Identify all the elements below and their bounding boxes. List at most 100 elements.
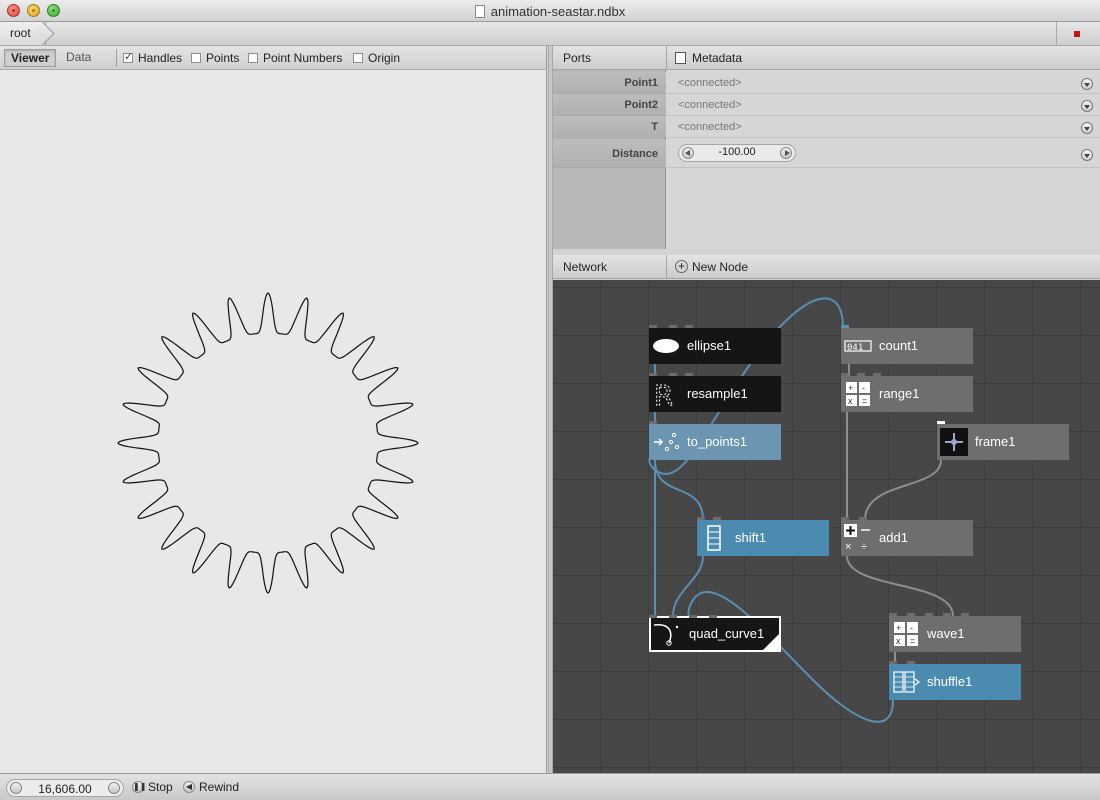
input-port[interactable] — [669, 615, 677, 618]
shuffle-icon — [893, 671, 920, 693]
input-port[interactable] — [649, 421, 657, 424]
playback-bar: 16,606.00 ❚❚ Stop ◀ Rewind — [0, 773, 1100, 800]
node-resample1[interactable]: R resample1 — [649, 373, 781, 412]
header-divider — [666, 46, 667, 70]
node-frame1[interactable]: frame1 — [937, 421, 1069, 460]
rewind-button[interactable]: ◀ Rewind — [183, 780, 239, 796]
node-label: count1 — [879, 338, 919, 353]
svg-text:=: = — [910, 636, 915, 646]
port-value: <connected> — [678, 99, 742, 111]
frame-icon — [940, 428, 968, 456]
header-divider — [666, 255, 667, 279]
node-count1[interactable]: 041 count1 — [841, 325, 973, 364]
distance-stepper[interactable]: -100.00 — [678, 144, 796, 162]
node-to-points1[interactable]: to_points1 — [649, 421, 781, 460]
input-port[interactable] — [669, 373, 677, 376]
port-label: Distance — [553, 140, 666, 168]
input-port[interactable] — [943, 613, 951, 616]
input-port[interactable] — [689, 615, 697, 618]
input-port[interactable] — [873, 373, 881, 376]
input-port[interactable] — [889, 613, 897, 616]
port-label: Point2 — [553, 94, 666, 116]
math-icon: + - x = — [894, 622, 918, 646]
port-menu-button[interactable] — [1081, 100, 1093, 112]
increment-arrow-icon[interactable] — [780, 147, 792, 159]
node-shift1[interactable]: shift1 — [697, 517, 829, 556]
render-stop-button[interactable] — [1056, 22, 1100, 45]
to-points-icon — [654, 432, 680, 452]
input-port[interactable] — [649, 615, 657, 618]
input-port[interactable] — [685, 325, 693, 328]
window-title: animation-seastar.ndbx — [0, 4, 1100, 19]
connection-frame-add — [864, 459, 942, 521]
input-port[interactable] — [713, 517, 721, 520]
point-numbers-checkbox[interactable]: Point Numbers — [248, 52, 342, 66]
tab-data[interactable]: Data — [60, 49, 97, 67]
input-port[interactable] — [697, 517, 705, 520]
viewer-toolbar: Viewer Data Handles Points Point Numbers… — [0, 46, 546, 70]
rewind-icon: ◀ — [183, 781, 195, 793]
svg-text:R: R — [654, 379, 673, 409]
svg-text:x: x — [848, 396, 853, 406]
port-menu-button[interactable] — [1081, 78, 1093, 90]
ports-title: Ports — [563, 51, 592, 65]
port-row-point1: Point1 <connected> — [553, 72, 1100, 94]
points-checkbox[interactable]: Points — [191, 52, 239, 66]
input-port[interactable] — [709, 615, 717, 618]
svg-text:+: + — [896, 623, 901, 633]
input-port[interactable] — [907, 613, 915, 616]
input-port[interactable] — [889, 661, 897, 664]
breadcrumb-root[interactable]: root — [0, 22, 46, 45]
viewer-canvas[interactable] — [0, 71, 546, 773]
new-node-button[interactable]: New Node — [692, 260, 748, 274]
checkbox-icon — [191, 53, 201, 63]
svg-text:-: - — [910, 623, 913, 633]
input-port[interactable] — [685, 373, 693, 376]
input-port[interactable] — [925, 613, 933, 616]
node-quad-curve1[interactable]: quad_curve1 — [649, 615, 781, 652]
tab-viewer[interactable]: Viewer — [4, 49, 57, 67]
input-port[interactable] — [669, 325, 677, 328]
node-ellipse1[interactable]: ellipse1 — [649, 325, 781, 364]
frame-stepper[interactable]: 16,606.00 — [6, 779, 124, 797]
port-menu-button[interactable] — [1081, 122, 1093, 134]
node-range1[interactable]: + - x = range1 — [841, 373, 973, 412]
input-port[interactable] — [859, 517, 867, 520]
input-port[interactable] — [907, 661, 915, 664]
port-row-distance: Distance -100.00 — [553, 140, 1100, 168]
input-port[interactable] — [841, 373, 849, 376]
stop-button[interactable]: ❚❚ Stop — [132, 780, 173, 796]
svg-text:x: x — [896, 636, 901, 646]
ports-header: Ports Metadata — [553, 46, 1100, 70]
port-menu-button[interactable] — [1081, 149, 1093, 161]
node-shuffle1[interactable]: shuffle1 — [889, 661, 1021, 700]
frame-value[interactable]: 16,606.00 — [7, 782, 123, 796]
checkbox-icon — [353, 53, 363, 63]
frame-increment-icon[interactable] — [108, 782, 120, 794]
input-port[interactable] — [961, 613, 969, 616]
node-label: add1 — [879, 530, 908, 545]
node-label: ellipse1 — [687, 338, 732, 353]
output-port[interactable] — [937, 421, 945, 424]
distance-value[interactable]: -100.00 — [679, 146, 795, 158]
network-canvas[interactable]: ellipse1 041 count1 R resample1 + - x = ra… — [553, 280, 1100, 773]
svg-text:÷: ÷ — [861, 541, 867, 553]
input-port[interactable] — [649, 373, 657, 376]
node-add1[interactable]: × ÷ add1 — [841, 517, 973, 556]
handles-checkbox[interactable]: Handles — [123, 51, 182, 66]
pause-icon: ❚❚ — [132, 781, 147, 793]
svg-text:-: - — [862, 383, 865, 393]
input-port[interactable] — [649, 325, 657, 328]
input-port[interactable] — [841, 325, 849, 328]
port-label: T — [553, 116, 666, 138]
checkbox-icon — [248, 53, 258, 63]
input-port[interactable] — [841, 517, 849, 520]
node-label: range1 — [879, 386, 920, 401]
metadata-button[interactable]: Metadata — [692, 51, 742, 65]
origin-checkbox[interactable]: Origin — [353, 52, 400, 66]
node-wave1[interactable]: + - x = wave1 — [889, 613, 1021, 652]
curve-icon — [653, 624, 679, 646]
stop-indicator-icon — [1074, 31, 1080, 37]
input-port[interactable] — [857, 373, 865, 376]
row-divider — [667, 167, 1100, 168]
